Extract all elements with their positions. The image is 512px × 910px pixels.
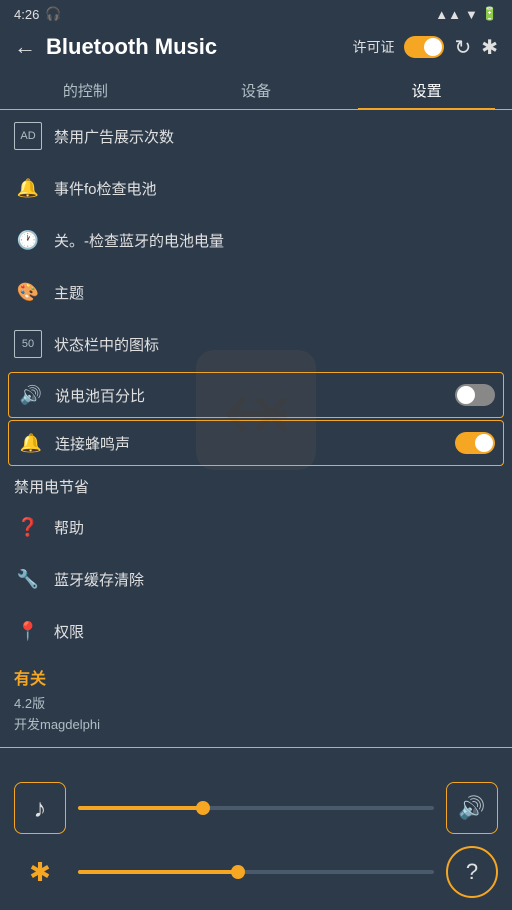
status-right: ▲▲ ▼ 🔋	[435, 6, 498, 22]
help-circle-button[interactable]: ?	[446, 846, 498, 898]
bt-fill	[78, 870, 238, 874]
signal-icon: ▲▲	[435, 7, 461, 22]
permit-label: 许可证	[352, 37, 394, 57]
help-icon: ❓	[14, 513, 42, 541]
bluetooth-player-icon: ✱	[29, 857, 51, 888]
speaker-icon: 🔊	[17, 381, 45, 409]
location-icon: 📍	[14, 617, 42, 645]
connect-beep-knob	[475, 434, 493, 452]
toggle-connect-beep[interactable]: 🔔 连接蜂鸣声	[8, 420, 504, 466]
volume-slider[interactable]	[78, 806, 434, 810]
bt-battery-label: 关。-检查蓝牙的电池电量	[54, 230, 498, 251]
volume-row: ♪ 🔊	[14, 782, 498, 834]
tab-settings[interactable]: 设置	[341, 70, 512, 109]
permit-toggle[interactable]	[404, 36, 444, 58]
header: ← Bluetooth Music 许可证 ↻ ✱	[0, 26, 512, 70]
wrench-icon: 🔧	[14, 565, 42, 593]
statusbar-label: 状态栏中的图标	[54, 334, 498, 355]
bluetooth-row: ✱ ?	[14, 846, 498, 898]
about-title: 有关	[14, 665, 498, 689]
divider	[0, 747, 512, 748]
section-disable-save: 禁用电节省	[0, 468, 512, 501]
ads-icon: AD	[14, 122, 42, 150]
volume-icon: 🔊	[458, 795, 485, 821]
music-note-button[interactable]: ♪	[14, 782, 66, 834]
status-left: 4:26 🎧	[14, 6, 62, 22]
tab-controls[interactable]: 的控制	[0, 70, 171, 109]
permissions-label: 权限	[54, 621, 498, 642]
permit-toggle-knob	[424, 38, 442, 56]
settings-item-statusbar[interactable]: 50 状态栏中的图标	[0, 318, 512, 370]
about-section: 有关 4.2版 开发magdelphi	[0, 657, 512, 741]
connect-beep-toggle[interactable]	[455, 432, 495, 454]
bt-thumb[interactable]	[231, 865, 245, 879]
settings-item-help[interactable]: ❓ 帮助	[0, 501, 512, 553]
battery-percent-label: 说电池百分比	[55, 385, 445, 406]
headphone-icon: 🎧	[45, 6, 61, 22]
volume-thumb[interactable]	[196, 801, 210, 815]
wifi-icon: ▼	[465, 7, 478, 22]
help-circle-icon: ?	[466, 859, 478, 885]
theme-icon: 🎨	[14, 278, 42, 306]
settings-item-permissions[interactable]: 📍 权限	[0, 605, 512, 657]
settings-item-bt-battery[interactable]: 🕐 关。-检查蓝牙的电池电量	[0, 214, 512, 266]
volume-fill	[78, 806, 203, 810]
bluetooth-player-button[interactable]: ✱	[14, 846, 66, 898]
ads-label: 禁用广告展示次数	[54, 126, 498, 147]
bottom-player: ♪ 🔊 ✱ ?	[0, 766, 512, 910]
settings-item-ads[interactable]: AD 禁用广告展示次数	[0, 110, 512, 162]
bluetooth-header-icon[interactable]: ✱	[481, 35, 498, 60]
battery-icon: 🔋	[482, 6, 498, 22]
theme-label: 主题	[54, 282, 498, 303]
back-button[interactable]: ←	[14, 34, 36, 60]
battery-percent-knob	[457, 386, 475, 404]
battery-check-label: 事件fo检查电池	[54, 178, 498, 199]
settings-item-bt-cache[interactable]: 🔧 蓝牙缓存清除	[0, 553, 512, 605]
battery-percent-toggle[interactable]	[455, 384, 495, 406]
help-label: 帮助	[54, 517, 498, 538]
bt-slider[interactable]	[78, 870, 434, 874]
toggle-battery-percent[interactable]: 🔊 说电池百分比	[8, 372, 504, 418]
tab-devices[interactable]: 设备	[171, 70, 342, 109]
volume-button[interactable]: 🔊	[446, 782, 498, 834]
settings-item-theme[interactable]: 🎨 主题	[0, 266, 512, 318]
about-developer: 开发magdelphi	[14, 714, 498, 733]
settings-item-battery-check[interactable]: 🔔 事件fo检查电池	[0, 162, 512, 214]
bt-cache-label: 蓝牙缓存清除	[54, 569, 498, 590]
page-title: Bluetooth Music	[46, 34, 342, 60]
clock-icon: 🕐	[14, 226, 42, 254]
statusbar-icon: 50	[14, 330, 42, 358]
connect-beep-label: 连接蜂鸣声	[55, 433, 445, 454]
tab-bar: 的控制 设备 设置	[0, 70, 512, 110]
settings-list: AD 禁用广告展示次数 🔔 事件fo检查电池 🕐 关。-检查蓝牙的电池电量 🎨 …	[0, 110, 512, 748]
status-bar: 4:26 🎧 ▲▲ ▼ 🔋	[0, 0, 512, 26]
header-right: 许可证 ↻ ✱	[352, 35, 498, 60]
about-version: 4.2版	[14, 693, 498, 712]
status-time: 4:26	[14, 7, 39, 22]
music-note-icon: ♪	[34, 793, 47, 824]
refresh-icon[interactable]: ↻	[454, 35, 471, 60]
bell-icon: 🔔	[14, 174, 42, 202]
bell2-icon: 🔔	[17, 429, 45, 457]
